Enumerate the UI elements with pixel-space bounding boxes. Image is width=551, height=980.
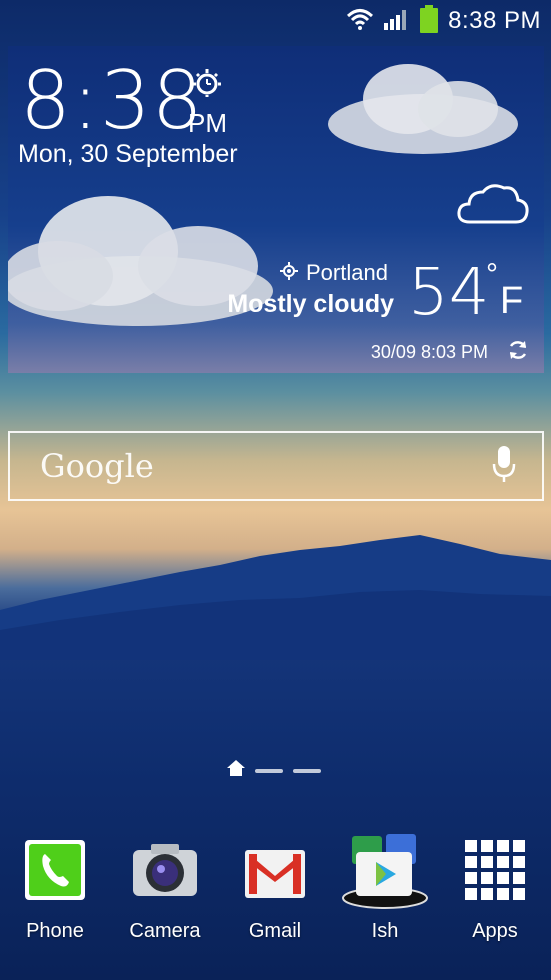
apps-grid-icon (457, 832, 533, 908)
app-label: Camera (129, 920, 201, 942)
status-bar: 8:38 PM (0, 0, 551, 42)
google-logo: Google (40, 447, 154, 485)
dock-app-folder[interactable]: Ish (330, 826, 440, 943)
weather-location: Portland (280, 260, 388, 286)
page-indicator (227, 760, 321, 781)
location-icon (280, 260, 298, 286)
dock-app-camera[interactable]: Camera (110, 826, 220, 943)
dock-app-phone[interactable]: Phone (0, 826, 110, 943)
clock-time: 8:38 (20, 54, 204, 147)
wifi-icon (346, 7, 374, 36)
date-label: Mon, 30 September (18, 140, 238, 168)
page-dot[interactable] (255, 768, 283, 773)
page-dot[interactable] (293, 768, 321, 773)
gmail-icon (237, 832, 313, 908)
dock-app-apps[interactable]: Apps (440, 826, 550, 943)
city-name: Portland (306, 260, 388, 285)
weather-updated-time: 30/09 8:03 PM (370, 342, 488, 362)
app-dock: Phone Camera Gmail Ish Apps (0, 826, 551, 956)
app-label: Ish (371, 920, 399, 942)
signal-icon (384, 8, 410, 35)
degree-symbol: ° (486, 258, 498, 291)
camera-icon (127, 832, 203, 908)
alarm-icon (192, 68, 222, 103)
dock-app-gmail[interactable]: Gmail (220, 826, 330, 943)
cloud-image (328, 64, 518, 154)
weather-condition: Mostly cloudy (227, 290, 394, 318)
app-label: Gmail (248, 920, 302, 942)
wallpaper-mountains (0, 535, 551, 660)
weather-clock-widget[interactable]: 8:38 PM Mon, 30 September Portland Mostl… (8, 46, 544, 373)
home-icon[interactable] (227, 760, 245, 781)
microphone-icon[interactable] (492, 444, 516, 489)
app-label: Phone (26, 920, 84, 942)
app-label: Apps (472, 920, 518, 942)
refresh-icon[interactable] (506, 338, 530, 367)
cloud-weather-icon (456, 180, 530, 231)
phone-icon (17, 832, 93, 908)
temperature-value: 54 (408, 256, 490, 330)
battery-icon (420, 4, 439, 38)
status-time: 8:38 PM (448, 7, 541, 34)
clock-ampm: PM (188, 108, 227, 138)
google-search-bar[interactable]: Google (8, 431, 544, 501)
folder-icon (342, 832, 428, 909)
temperature-unit: F (500, 280, 524, 322)
